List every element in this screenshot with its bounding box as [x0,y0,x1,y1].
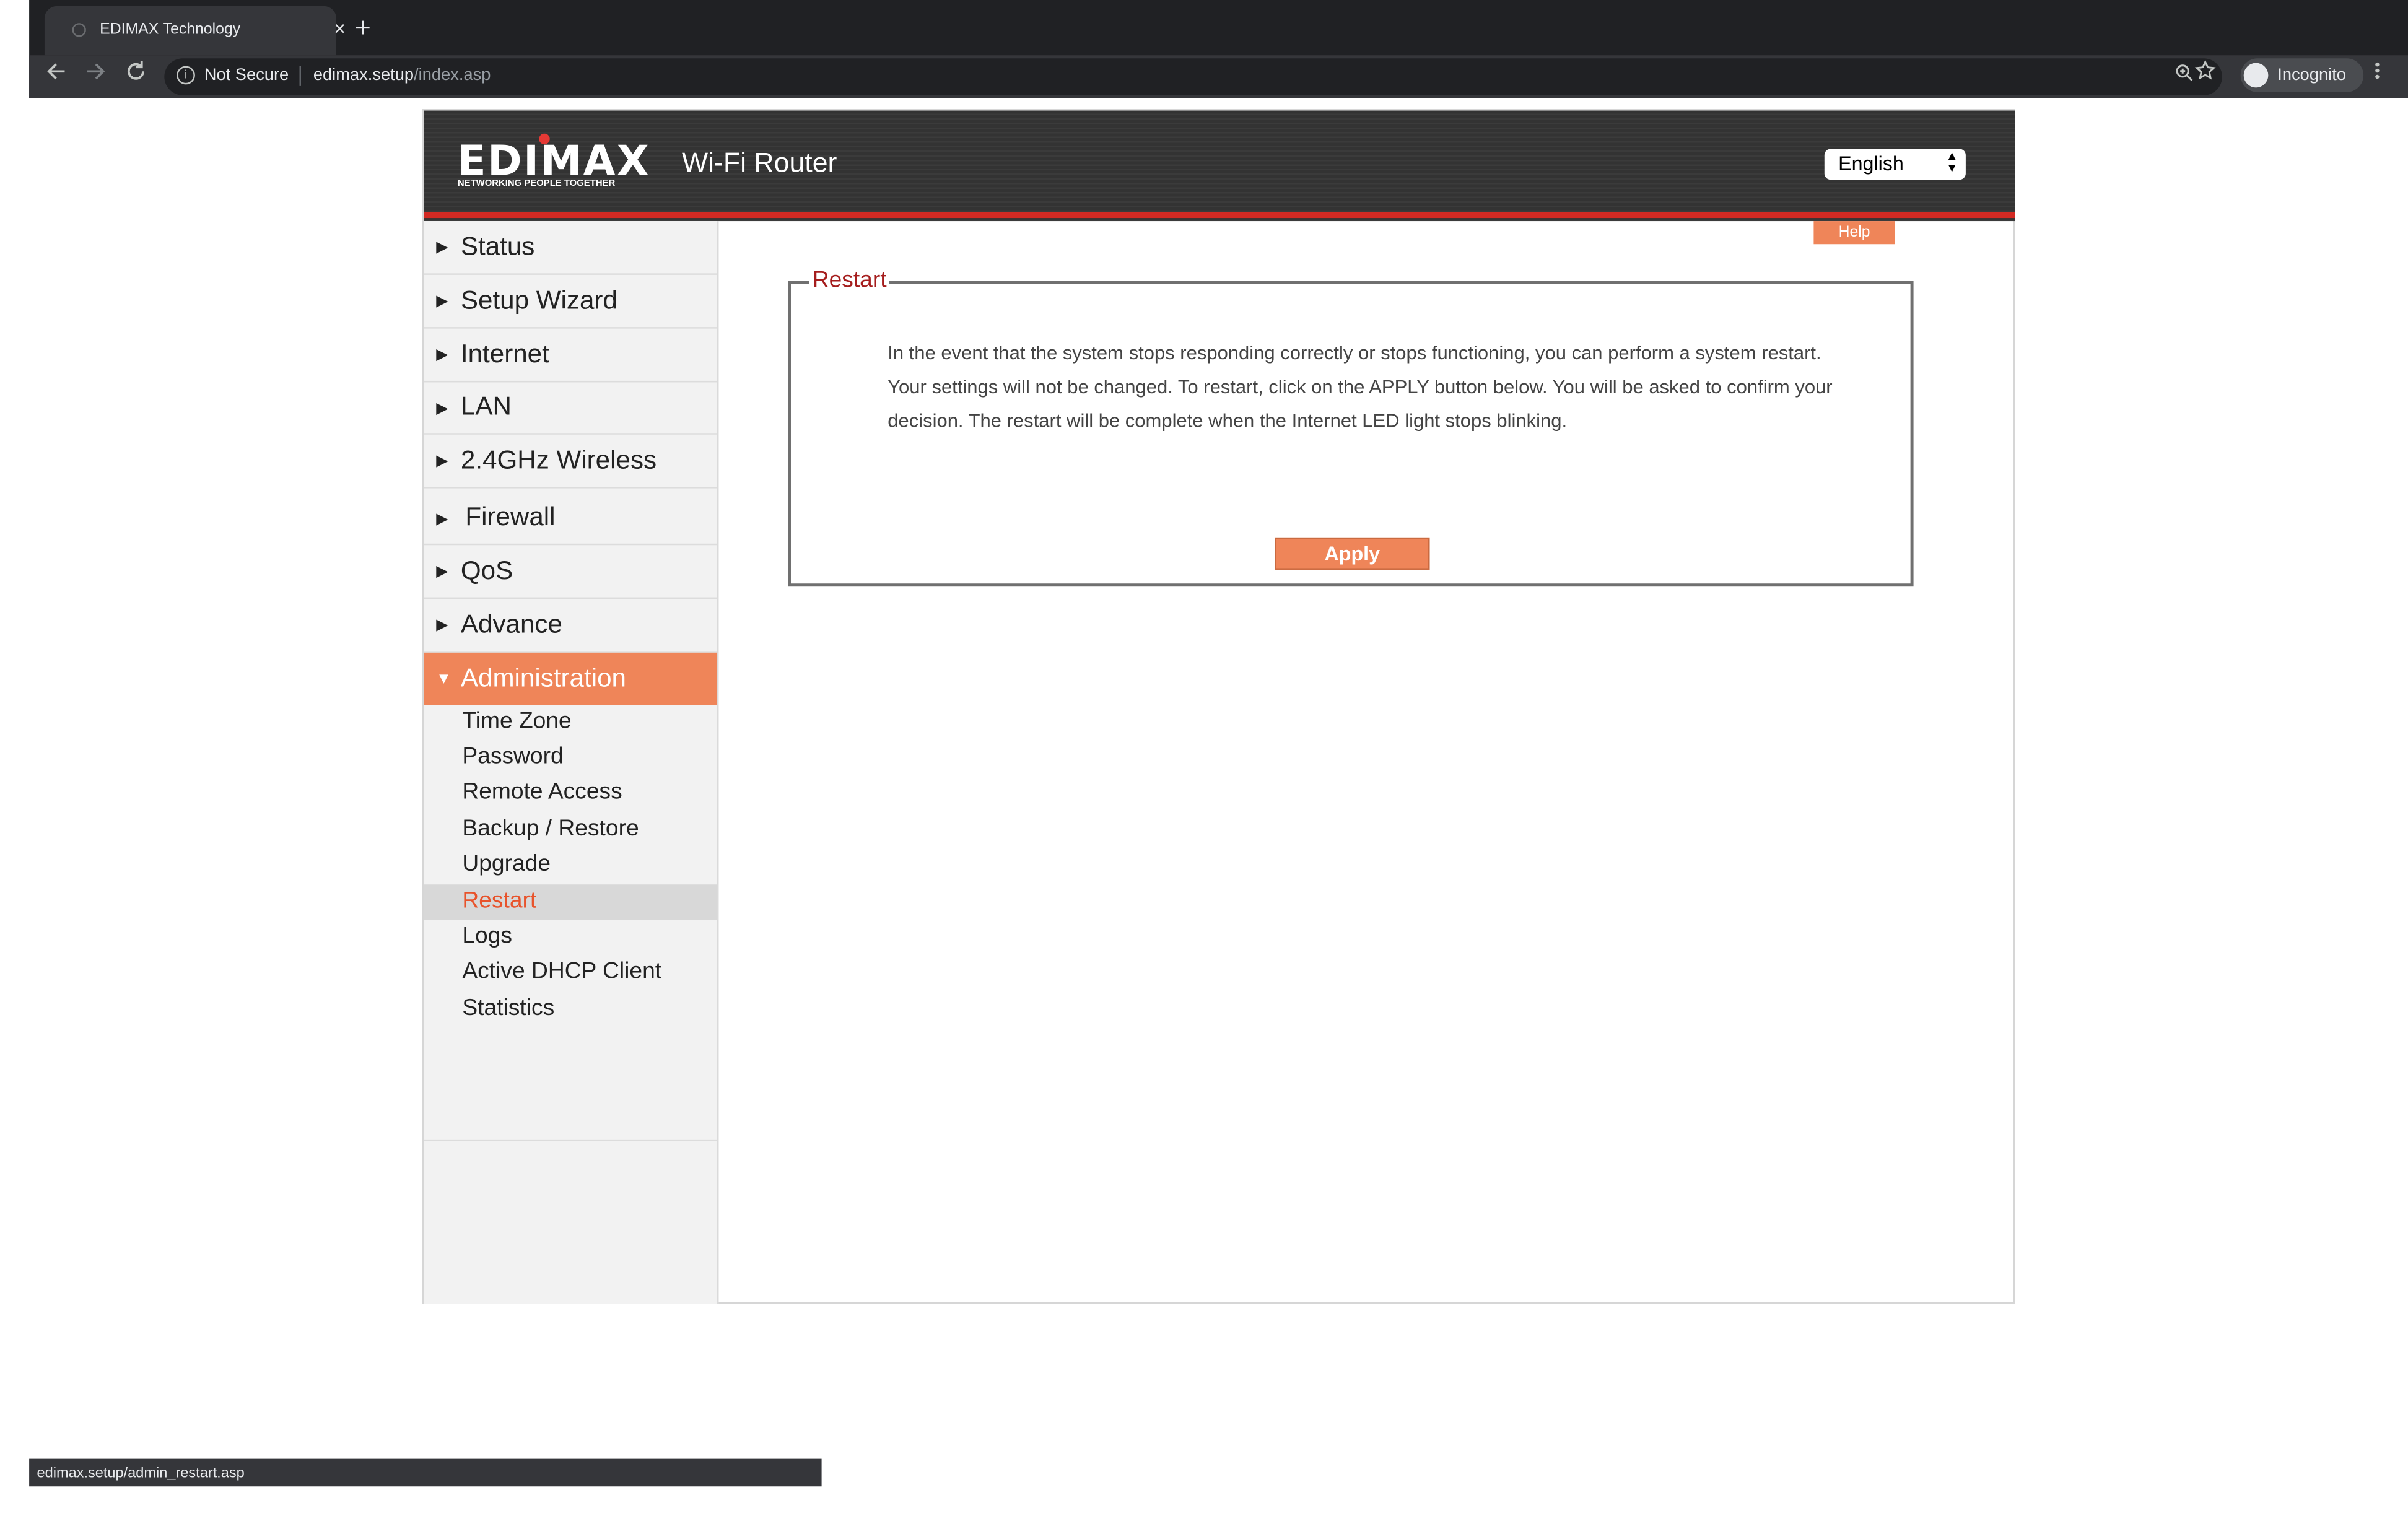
apply-button[interactable]: Apply [1275,537,1430,570]
subitem-logs[interactable]: Logs [424,920,717,955]
incognito-icon [2243,63,2269,88]
back-icon[interactable] [45,60,68,89]
subitem-active-dhcp-client[interactable]: Active DHCP Client [424,955,717,990]
header-stripe [424,212,2015,219]
subitem-statistics[interactable]: Statistics [424,992,717,1027]
chevron-down-icon: ▼ [436,671,452,688]
restart-description: In the event that the system stops respo… [888,342,1833,432]
browser-toolbar: i Not Secure edimax.setup/index.asp Inco… [29,55,2408,98]
logo-dot-icon [539,133,550,145]
address-bar[interactable]: i Not Secure edimax.setup/index.asp [164,58,2222,95]
star-icon[interactable] [2194,59,2216,86]
sidebar-item-administration[interactable]: ▼ Administration [424,652,717,705]
chevron-right-icon: ▶ [436,347,448,364]
security-label[interactable]: Not Secure [204,66,289,85]
panel-legend: Restart [809,267,890,294]
chevron-right-icon: ▶ [436,401,448,418]
subitem-remote-access[interactable]: Remote Access [424,775,717,811]
subitem-time-zone[interactable]: Time Zone [424,705,717,740]
tab-title: EDIMAX Technology [100,21,241,38]
browser-tab[interactable]: EDIMAX Technology × [44,6,346,56]
subitem-upgrade[interactable]: Upgrade [424,848,717,883]
omnibox-divider [299,66,302,86]
edimax-logo: EDIMAX NETWORKING PEOPLE TOGETHER [458,129,660,196]
zoom-icon[interactable] [2175,63,2194,88]
sidebar-menu: ▶ Status ▶ Setup Wizard ▶ Internet ▶ LAN… [424,221,719,1304]
chevron-right-icon: ▶ [436,617,448,635]
sidebar-item-setup-wizard[interactable]: ▶ Setup Wizard [424,275,717,329]
sidebar-item-internet[interactable]: ▶ Internet [424,329,717,383]
chevron-right-icon: ▶ [436,239,448,257]
browser-chrome: EDIMAX Technology × + i Not Secure edima… [29,0,2408,98]
favicon-icon [72,23,86,37]
sidebar-item-advance[interactable]: ▶ Advance [424,599,717,653]
incognito-badge[interactable]: Incognito [2240,58,2364,92]
subitem-password[interactable]: Password [424,740,717,775]
sidebar-item-firewall[interactable]: ▶ Firewall [424,489,717,546]
sidebar-divider [424,1139,717,1141]
chevron-right-icon: ▶ [436,453,448,470]
sidebar-item-status[interactable]: ▶ Status [424,221,717,275]
router-page: EDIMAX NETWORKING PEOPLE TOGETHER Wi-Fi … [422,109,2015,1304]
language-value: English [1838,152,1904,175]
incognito-label: Incognito [2277,66,2346,85]
reload-icon[interactable] [124,60,147,89]
url-text[interactable]: edimax.setup/index.asp [313,66,491,85]
language-select[interactable]: English ▲ ▼ [1824,149,1966,180]
page-title: Wi-Fi Router [681,147,837,178]
help-button[interactable]: Help [1813,221,1895,245]
subitem-backup-restore[interactable]: Backup / Restore [424,813,717,848]
menu-icon[interactable] [2373,58,2382,90]
select-arrows-icon: ▲ ▼ [1945,149,1958,175]
info-icon[interactable]: i [177,66,195,85]
chevron-right-icon: ▶ [436,511,448,528]
status-bar: edimax.setup/admin_restart.asp [29,1458,822,1487]
chevron-right-icon: ▶ [436,293,448,310]
sidebar-item-lan[interactable]: ▶ LAN [424,382,717,435]
logo-tagline: NETWORKING PEOPLE TOGETHER [457,180,616,189]
chevron-right-icon: ▶ [436,564,448,581]
subitem-restart[interactable]: Restart [424,884,717,920]
restart-panel: Restart In the event that the system sto… [788,267,1914,587]
page-header: EDIMAX NETWORKING PEOPLE TOGETHER Wi-Fi … [424,110,2015,222]
logo-text: EDIMAX [457,138,651,186]
status-bar-url: edimax.setup/admin_restart.asp [37,1465,245,1482]
forward-icon[interactable] [84,60,107,89]
sidebar-item-qos[interactable]: ▶ QoS [424,545,717,599]
sidebar-item-wireless[interactable]: ▶ 2.4GHz Wireless [424,435,717,489]
new-tab-icon[interactable]: + [355,12,371,45]
tab-close-icon[interactable]: × [334,17,346,40]
